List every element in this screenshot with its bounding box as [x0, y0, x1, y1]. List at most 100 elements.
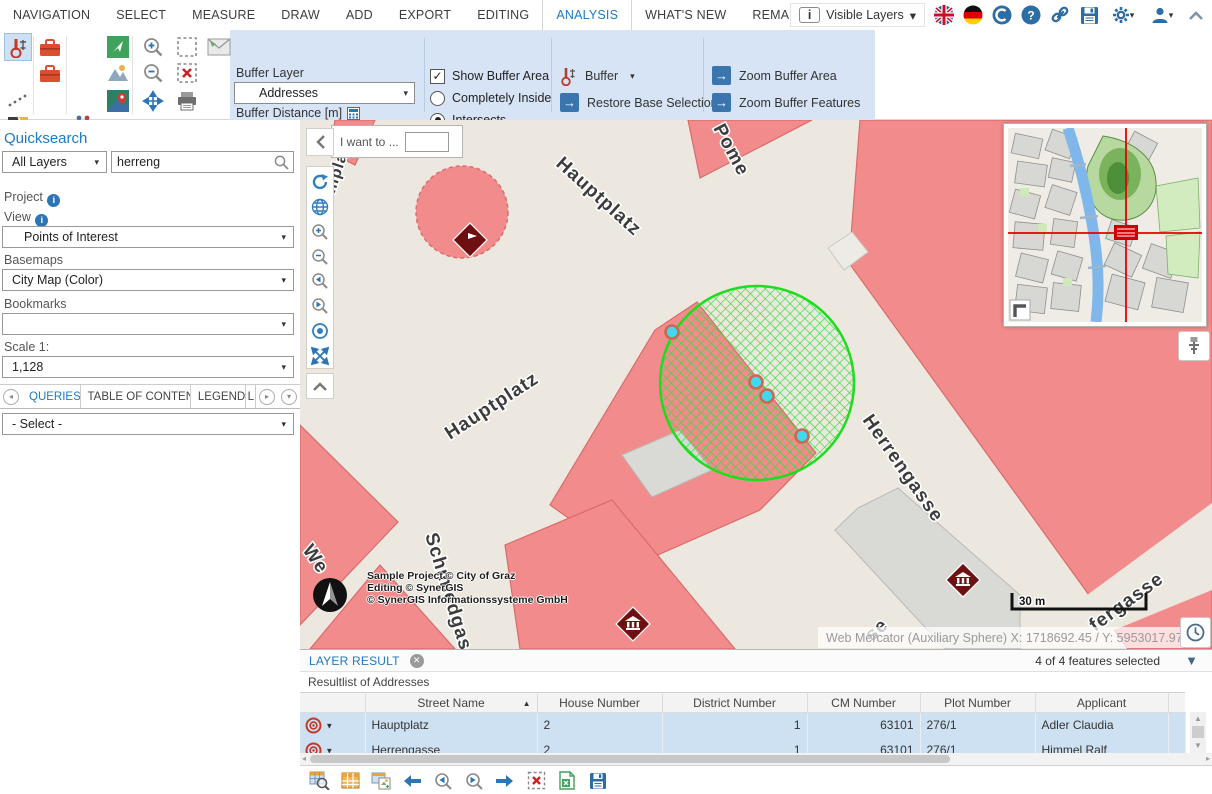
query-select[interactable]: - Select - ▾	[2, 413, 294, 435]
next-feature-icon[interactable]	[494, 770, 516, 792]
previous-extent-icon[interactable]	[308, 269, 332, 294]
layer-filter-select[interactable]: All Layers ▾	[2, 151, 107, 173]
col-plot-number[interactable]: Plot Number	[920, 693, 1035, 713]
col-cm-number[interactable]: CM Number	[807, 693, 920, 713]
help-icon[interactable]: ?	[1021, 5, 1041, 25]
calculator-icon[interactable]	[347, 107, 360, 120]
user-menu[interactable]: ▾	[1147, 5, 1177, 25]
col-house-number[interactable]: House Number	[537, 693, 662, 713]
zoom-out-map-icon[interactable]	[308, 244, 332, 269]
menu-whats-new[interactable]: WHAT'S NEW	[632, 0, 739, 30]
tabs-scroll-left-icon[interactable]: ◂	[3, 389, 19, 405]
col-applicant[interactable]: Applicant	[1035, 693, 1168, 713]
table-vertical-scrollbar[interactable]: ▲▼	[1190, 712, 1206, 753]
tab-legend[interactable]: LEGEND	[191, 385, 246, 408]
language-english-icon[interactable]	[934, 5, 954, 25]
menu-draw[interactable]: DRAW	[268, 0, 333, 30]
overview-map[interactable]	[1003, 123, 1207, 327]
zoom-next-feature-icon[interactable]	[463, 770, 485, 792]
show-buffer-area-checkbox[interactable]: ✓ Show Buffer Area	[430, 67, 551, 85]
tab-table-of-content[interactable]: TABLE OF CONTENT	[81, 385, 191, 408]
buffer-button[interactable]: Buffer ▾	[560, 66, 635, 86]
collapse-panel-icon[interactable]: ▼	[1185, 653, 1198, 668]
project-info-icon[interactable]: i	[47, 194, 60, 207]
menu-editing[interactable]: EDITING	[464, 0, 542, 30]
zoom-previous-feature-icon[interactable]	[432, 770, 454, 792]
clear-selection-tool-icon[interactable]	[174, 60, 200, 86]
next-extent-icon[interactable]	[308, 294, 332, 319]
col-district-number[interactable]: District Number	[662, 693, 807, 713]
tabs-more-icon[interactable]: ▾	[281, 389, 297, 405]
buffer-tool-icon[interactable]	[5, 34, 31, 60]
i-want-to-widget[interactable]: I want to ...	[331, 125, 463, 158]
search-input[interactable]	[111, 151, 294, 173]
tabs-scroll-right-icon[interactable]: ▸	[259, 389, 275, 405]
copy-table-icon[interactable]	[370, 770, 392, 792]
menu-measure[interactable]: MEASURE	[179, 0, 268, 30]
print-icon[interactable]	[174, 88, 200, 114]
language-german-icon[interactable]	[963, 5, 983, 25]
pan-tool-icon[interactable]	[140, 88, 166, 114]
col-street-name[interactable]: Street Name▲	[365, 693, 537, 713]
table-horizontal-scrollbar[interactable]: ◂ ▸	[300, 753, 1212, 765]
menu-add[interactable]: ADD	[333, 0, 386, 30]
zoom-in-map-icon[interactable]	[308, 220, 332, 245]
locate-feature-icon[interactable]	[305, 717, 322, 734]
quicksearch-link[interactable]: Quicksearch	[4, 130, 87, 147]
menu-navigation[interactable]: NAVIGATION	[0, 0, 103, 30]
previous-feature-icon[interactable]	[401, 770, 423, 792]
visible-layers-dropdown[interactable]: i Visible Layers ▾	[790, 3, 925, 27]
layer-result-tab[interactable]: LAYER RESULT	[300, 654, 410, 668]
row-menu-caret-icon[interactable]: ▼	[325, 746, 333, 753]
scale-select[interactable]: 1,128 ▾	[2, 356, 294, 378]
restore-base-selection-button[interactable]: → Restore Base Selection	[560, 93, 718, 112]
copyright-icon[interactable]	[992, 5, 1012, 25]
navigate-map-icon[interactable]	[105, 34, 131, 60]
i-want-to-input[interactable]	[405, 132, 449, 152]
map-toolbar-scroll-up-button[interactable]	[306, 373, 334, 399]
menu-export[interactable]: EXPORT	[386, 0, 464, 30]
open-table-icon[interactable]	[339, 770, 361, 792]
map-pin-icon[interactable]	[105, 88, 131, 114]
export-excel-icon[interactable]	[556, 770, 578, 792]
settings-menu[interactable]: ▾	[1108, 5, 1138, 25]
search-icon[interactable]	[274, 155, 289, 170]
close-result-icon[interactable]: ✕	[410, 654, 424, 668]
search-in-table-icon[interactable]	[308, 770, 330, 792]
save-session-icon[interactable]	[1079, 5, 1099, 25]
table-row[interactable]: ▼ Hauptplatz 2 1 63101 276/1 Adler Claud…	[300, 713, 1185, 738]
row-menu-caret-icon[interactable]: ▼	[325, 721, 333, 730]
full-extent-arrows-icon[interactable]	[308, 343, 332, 368]
clear-result-selection-icon[interactable]	[525, 770, 547, 792]
overview-pin-button[interactable]	[1178, 331, 1210, 361]
refresh-map-icon[interactable]	[308, 170, 332, 195]
scroll-right-icon[interactable]: ▸	[1206, 753, 1210, 765]
completely-inside-radio[interactable]: Completely Inside	[430, 89, 551, 107]
select-rectangle-icon[interactable]	[174, 34, 200, 60]
link-icon[interactable]	[1050, 5, 1070, 25]
image-layer-icon[interactable]	[105, 60, 131, 86]
toolbox2-icon[interactable]	[37, 60, 63, 86]
send-map-mail-icon[interactable]	[206, 34, 232, 60]
view-select[interactable]: Points of Interest ▾	[2, 226, 294, 248]
map-canvas[interactable]: mplatz Hauptplatz Pome Hauptplatz Herren…	[300, 120, 1212, 649]
globe-full-extent-icon[interactable]	[308, 195, 332, 220]
map-toolbar-collapse-button[interactable]	[306, 128, 334, 156]
zoom-buffer-area-button[interactable]: → Zoom Buffer Area	[712, 66, 837, 85]
table-row[interactable]: ▼ Herrengasse 2 1 63101 276/1 Himmel Ral…	[300, 738, 1185, 754]
basemap-select[interactable]: City Map (Color) ▾	[2, 269, 294, 291]
tab-queries[interactable]: QUERIES	[22, 385, 81, 408]
tab-clipped[interactable]: L	[246, 385, 256, 408]
zoom-out-tool-icon[interactable]	[140, 60, 166, 86]
bookmarks-select[interactable]: ▾	[2, 313, 294, 335]
overview-collapse-button[interactable]	[1010, 300, 1030, 320]
scroll-left-icon[interactable]: ◂	[302, 753, 306, 765]
locate-feature-icon[interactable]	[305, 742, 322, 754]
zoom-in-tool-icon[interactable]	[140, 34, 166, 60]
center-map-icon[interactable]	[308, 319, 332, 344]
menu-select[interactable]: SELECT	[103, 0, 179, 30]
zoom-buffer-features-button[interactable]: → Zoom Buffer Features	[712, 93, 860, 112]
time-slider-button[interactable]	[1180, 617, 1211, 648]
collapse-toolbar-icon[interactable]	[1186, 5, 1206, 25]
buffer-layer-select[interactable]: Addresses ▾	[234, 82, 415, 104]
